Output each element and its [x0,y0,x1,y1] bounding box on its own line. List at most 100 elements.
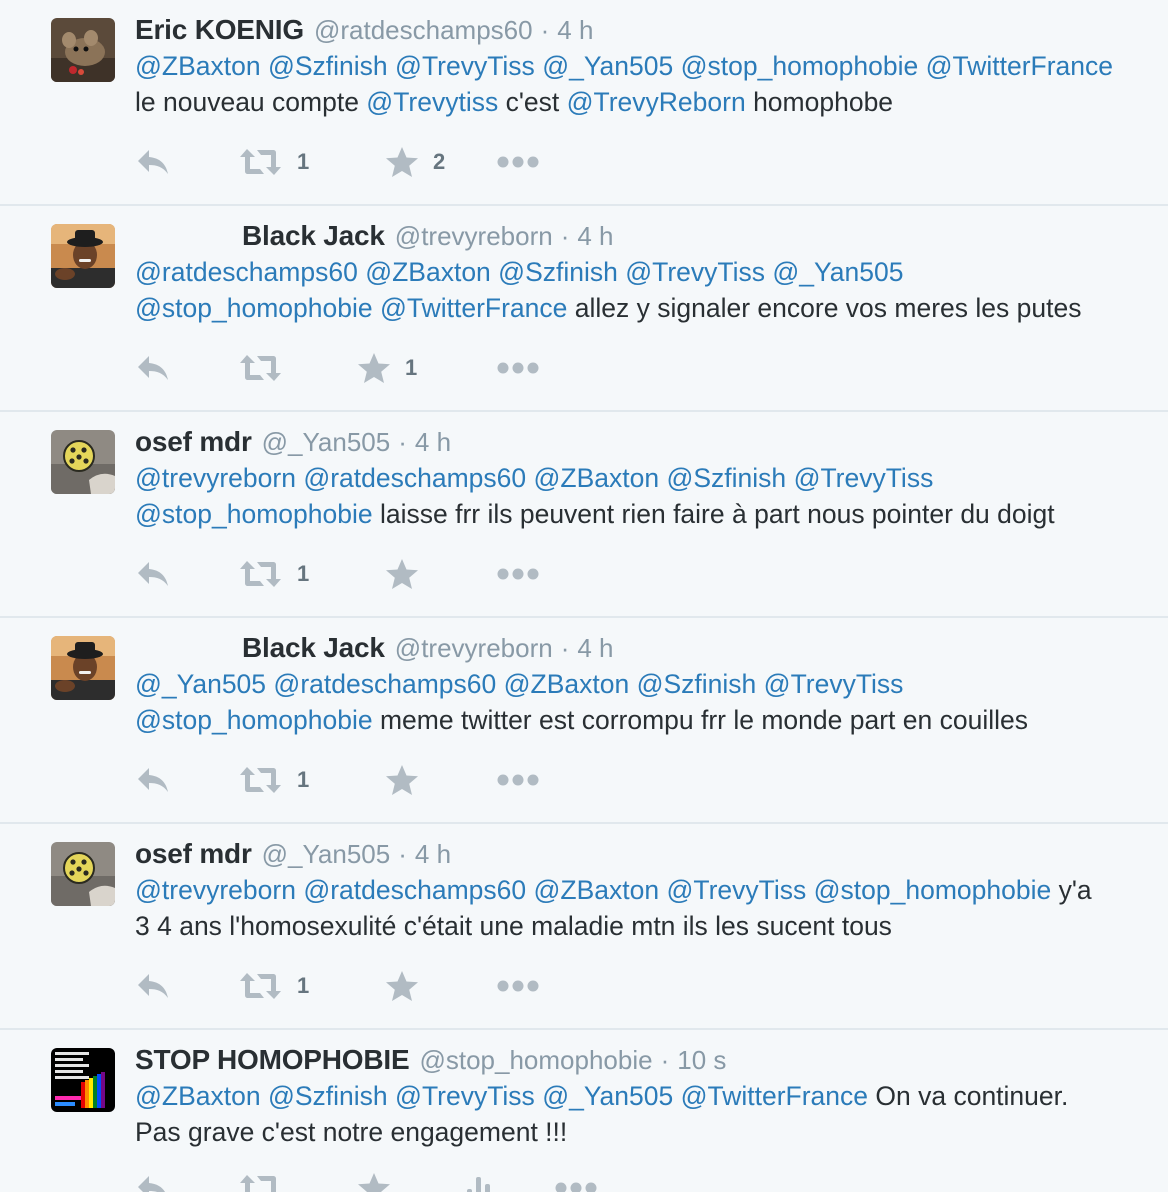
mention-link[interactable]: @stop_homophobie [135,293,373,323]
reply-button[interactable] [135,142,171,182]
author-username[interactable]: @_Yan505 [262,427,391,458]
mention-link[interactable]: @Szfinish [637,669,757,699]
tweet[interactable]: STOP HOMOPHOBIE @stop_homophobie · 10 s @ZBa… [0,1030,1168,1192]
tweet-timestamp[interactable]: 10 s [677,1045,726,1076]
mention-link[interactable]: @TwitterFrance [926,51,1113,81]
more-button[interactable] [497,348,539,388]
avatar[interactable] [51,636,115,700]
retweet-button[interactable] [239,348,283,388]
more-button[interactable] [497,554,539,594]
retweet-button[interactable]: 1 [239,142,309,182]
author-fullname[interactable]: Black Jack [242,220,385,252]
author-username[interactable]: @stop_homophobie [419,1045,652,1076]
tweet-timestamp[interactable]: 4 h [557,15,593,46]
mention-link[interactable]: @ratdeschamps60 [135,257,358,287]
more-button[interactable] [497,966,539,1006]
tweet-timestamp[interactable]: 4 h [415,427,451,458]
author-username[interactable]: @trevyreborn [395,221,553,252]
mention-link[interactable]: @Szfinish [268,51,388,81]
more-button[interactable] [497,760,539,800]
reply-button[interactable] [135,554,171,594]
mention-link[interactable]: @TrevyTiss [666,875,806,905]
tweet[interactable]: osef mdr @_Yan505 · 4 h @trevyreborn @ratdes… [0,824,1168,1030]
author-username[interactable]: @_Yan505 [262,839,391,870]
mention-link[interactable]: @ZBaxton [534,463,660,493]
tweet-timestamp[interactable]: 4 h [577,221,613,252]
avatar[interactable] [51,224,115,288]
retweet-button[interactable]: 1 [239,966,309,1006]
reply-button[interactable] [135,966,171,1006]
mention-link[interactable]: @TrevyReborn [567,87,746,117]
tweet-text-segment: laisse frr ils peuvent rien faire à part… [372,499,1055,529]
retweet-button[interactable]: 1 [239,760,309,800]
mention-link[interactable]: @_Yan505 [542,51,673,81]
favorite-button[interactable] [357,1168,391,1192]
avatar[interactable] [51,18,115,82]
retweet-button[interactable] [239,1168,283,1192]
mention-link[interactable]: @TrevyTiss [395,1081,535,1111]
mention-link[interactable]: @_Yan505 [135,669,266,699]
mention-link[interactable]: @ratdeschamps60 [303,463,526,493]
tweet-text: @ZBaxton @Szfinish @TrevyTiss @_Yan505 @… [135,1078,1145,1150]
tweet-timestamp[interactable]: 4 h [577,633,613,664]
mention-link[interactable]: @stop_homophobie [135,499,373,529]
tweet[interactable]: Eric KOENIG @ratdeschamps60 · 4 h @ZBaxton @… [0,0,1168,206]
mention-link[interactable]: @trevyreborn [135,875,296,905]
mention-link[interactable]: @TwitterFrance [380,293,567,323]
mention-link[interactable]: @_Yan505 [772,257,903,287]
mention-link[interactable]: @ZBaxton [504,669,630,699]
mention-link[interactable]: @ZBaxton [135,1081,261,1111]
avatar[interactable] [51,842,115,906]
retweet-button-count: 1 [297,149,310,174]
mention-link[interactable]: @stop_homophobie [135,705,373,735]
favorite-button[interactable] [385,966,419,1006]
tweet-timestamp[interactable]: 4 h [415,839,451,870]
author-fullname[interactable]: STOP HOMOPHOBIE [135,1044,410,1076]
mention-link[interactable]: @stop_homophobie [814,875,1052,905]
reply-button[interactable] [135,348,171,388]
more-button[interactable] [555,1168,597,1192]
header-separator: · [398,426,407,457]
star-icon [385,764,419,796]
author-fullname[interactable]: osef mdr [135,426,252,458]
tweet[interactable]: Black Jack @trevyreborn · 4 h @_Yan505 @ratd… [0,618,1168,824]
author-username[interactable]: @ratdeschamps60 [314,15,533,46]
analytics-button[interactable] [465,1168,493,1192]
mention-link[interactable]: @stop_homophobie [681,51,919,81]
avatar[interactable] [51,1048,115,1112]
author-fullname[interactable]: osef mdr [135,838,252,870]
reply-icon [135,353,171,383]
favorite-button[interactable]: 1 [357,348,417,388]
author-fullname[interactable]: Eric KOENIG [135,14,304,46]
favorite-button[interactable] [385,554,419,594]
mention-link[interactable]: @TwitterFrance [681,1081,868,1111]
avatar[interactable] [51,430,115,494]
author-username[interactable]: @trevyreborn [395,633,553,664]
mention-link[interactable]: @ratdeschamps60 [273,669,496,699]
retweet-button[interactable]: 1 [239,554,309,594]
tweet[interactable]: osef mdr @_Yan505 · 4 h @trevyreborn @ratdes… [0,412,1168,618]
tweet[interactable]: Black Jack @trevyreborn · 4 h @ratdeschamps6… [0,206,1168,412]
reply-button[interactable] [135,760,171,800]
mention-link[interactable]: @Trevytiss [366,87,498,117]
mention-link[interactable]: @TrevyTiss [794,463,934,493]
mention-link[interactable]: @trevyreborn [135,463,296,493]
tweet-header: STOP HOMOPHOBIE @stop_homophobie · 10 s [135,1042,1148,1078]
mention-link[interactable]: @ZBaxton [534,875,660,905]
mention-link[interactable]: @TrevyTiss [395,51,535,81]
mention-link[interactable]: @Szfinish [268,1081,388,1111]
mention-link[interactable]: @ZBaxton [365,257,491,287]
favorite-button[interactable] [385,760,419,800]
favorite-button[interactable]: 2 [385,142,445,182]
mention-link[interactable]: @Szfinish [498,257,618,287]
reply-button[interactable] [135,1168,171,1192]
mention-link[interactable]: @ZBaxton [135,51,261,81]
timeline: Eric KOENIG @ratdeschamps60 · 4 h @ZBaxton @… [0,0,1168,1192]
author-fullname[interactable]: Black Jack [242,632,385,664]
mention-link[interactable]: @TrevyTiss [764,669,904,699]
more-button[interactable] [497,142,539,182]
mention-link[interactable]: @Szfinish [666,463,786,493]
mention-link[interactable]: @_Yan505 [542,1081,673,1111]
mention-link[interactable]: @TrevyTiss [625,257,765,287]
mention-link[interactable]: @ratdeschamps60 [303,875,526,905]
